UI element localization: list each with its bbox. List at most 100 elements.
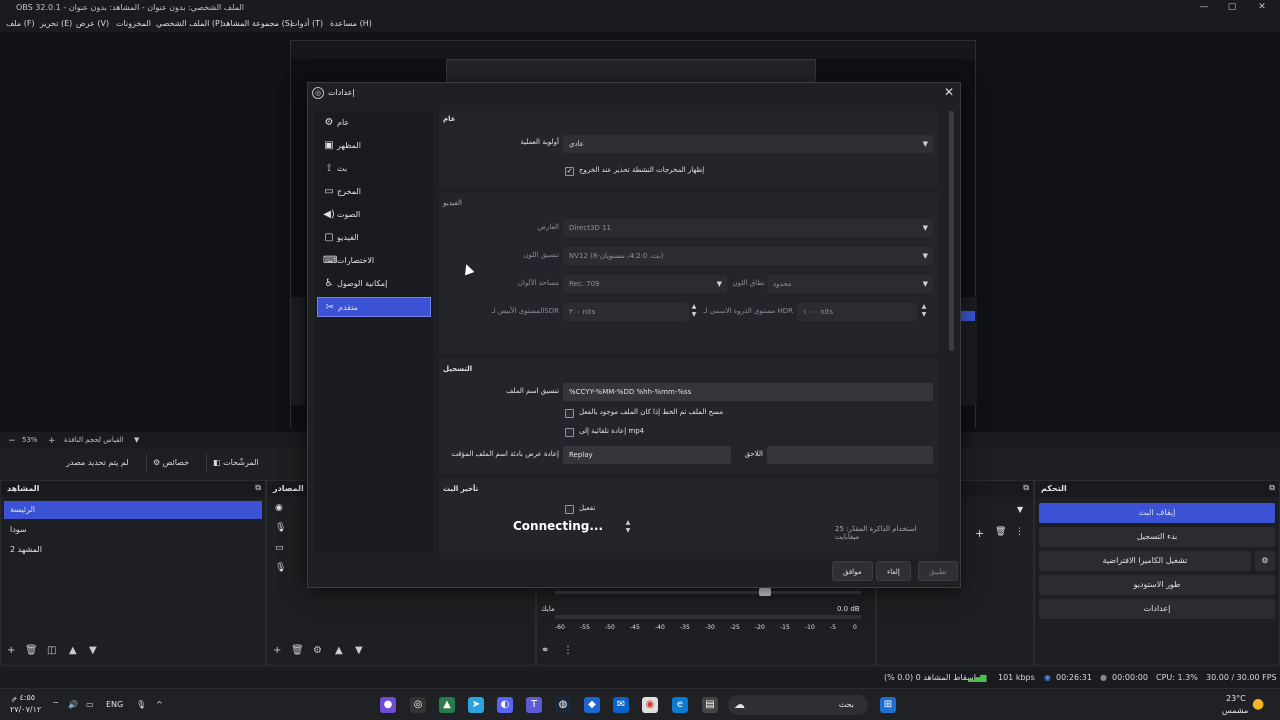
priority-select[interactable]: عادي ▼ xyxy=(563,135,933,153)
nav-item-hotkeys[interactable]: ⌨ الاختصارات xyxy=(317,251,431,271)
warn-exit-checkbox[interactable]: ✓ xyxy=(565,167,574,176)
stream-delay-checkbox[interactable] xyxy=(565,505,574,514)
outlook-icon[interactable]: ✉ xyxy=(613,697,629,713)
discord-icon[interactable]: ◐ xyxy=(497,697,513,713)
apply-button[interactable]: تطبيق xyxy=(918,561,958,581)
chevron-down-icon[interactable]: ▼ xyxy=(134,436,139,444)
sdr-white-input[interactable]: ٣٠٠ nits xyxy=(563,303,689,321)
windows-start-icon[interactable]: ⊞ xyxy=(880,697,896,713)
add-icon[interactable]: + xyxy=(975,527,984,540)
gear-icon[interactable]: ⚙ xyxy=(313,645,322,656)
nav-item-stream[interactable]: ⟟ بث xyxy=(317,159,431,179)
telegram-icon[interactable]: ➤ xyxy=(468,697,484,713)
volume-icon[interactable]: 🔊 xyxy=(68,700,78,709)
stop-streaming-button[interactable]: إيقاف البث xyxy=(1039,503,1275,523)
output-icon: ▭ xyxy=(324,186,334,197)
nav-item-advanced[interactable]: ✂ متقدم xyxy=(317,297,431,317)
zoom-out-icon[interactable]: − xyxy=(8,436,16,446)
dock-popout-icon[interactable]: ⧉ xyxy=(1269,483,1275,493)
suffix-input[interactable] xyxy=(767,446,933,464)
menu-edit[interactable]: تحرير (E) xyxy=(40,19,72,28)
scene-item[interactable]: المشهد 2 xyxy=(4,541,262,559)
app-icon[interactable]: ▲ xyxy=(439,697,455,713)
renderer-select[interactable]: Direct3D 11 ▼ xyxy=(563,219,933,237)
more-icon[interactable]: ⋮ xyxy=(563,645,573,656)
replay-prefix-input[interactable]: Replay xyxy=(563,446,731,464)
settings-scrollbar[interactable] xyxy=(949,111,954,351)
hdr-peak-input[interactable]: ١٠٠٠ nits xyxy=(797,303,917,321)
trash-icon[interactable]: 🗑 xyxy=(291,645,304,656)
cancel-button[interactable]: إلغاء xyxy=(876,561,911,581)
menu-docks[interactable]: المخزونات xyxy=(116,19,151,28)
chevron-up-icon[interactable]: ▲ xyxy=(69,645,77,656)
monitor-icon: ▢ xyxy=(324,232,334,243)
volume-slider[interactable] xyxy=(555,591,861,594)
menu-tools[interactable]: أدوات (T) xyxy=(290,19,323,28)
wifi-icon[interactable]: ⌔ xyxy=(52,700,60,710)
settings-button[interactable]: إعدادات xyxy=(1039,599,1275,619)
language-indicator[interactable]: ENG xyxy=(106,700,123,709)
close-icon[interactable]: ✕ xyxy=(944,85,954,99)
nav-item-audio[interactable]: ◀) الصوت xyxy=(317,205,431,225)
color-space-select[interactable]: Rec. 709 ▼ xyxy=(563,275,727,293)
add-icon[interactable]: + xyxy=(7,645,15,656)
sdr-stepper[interactable]: ▲ ▼ xyxy=(689,303,699,321)
color-range-select[interactable]: محدود ▼ xyxy=(767,275,933,293)
zoom-in-icon[interactable]: + xyxy=(48,436,56,446)
properties-button[interactable]: ⚙ خصائص xyxy=(146,454,195,472)
chevron-down-icon[interactable]: ▼ xyxy=(89,645,97,656)
chrome-icon[interactable]: ◉ xyxy=(642,697,658,713)
delay-stepper[interactable]: ▲ ▼ xyxy=(623,519,633,537)
trash-icon[interactable]: 🗑 xyxy=(25,645,38,656)
menu-help[interactable]: مساعدة (H) xyxy=(330,19,372,28)
app-icon[interactable]: ◆ xyxy=(584,697,600,713)
trash-icon[interactable]: 🗑 xyxy=(995,527,1006,537)
hdr-stepper[interactable]: ▲ ▼ xyxy=(919,303,929,321)
chevron-down-icon[interactable]: ▼ xyxy=(355,645,363,656)
scene-item[interactable]: الرئيسة xyxy=(4,501,262,519)
remux-checkbox[interactable] xyxy=(565,428,574,437)
edge-icon[interactable]: e xyxy=(672,697,688,713)
filters-button[interactable]: ◧ المرشّحات xyxy=(206,454,265,472)
nav-item-appearance[interactable]: ▣ المظهر xyxy=(317,136,431,156)
color-format-select[interactable]: NV12 (8-بت، 4:2:0، مستويان) ▼ xyxy=(563,247,933,265)
dock-popout-icon[interactable]: ⧉ xyxy=(255,483,261,493)
chevron-down-icon[interactable]: ▼ xyxy=(1017,505,1023,514)
virtual-camera-button[interactable]: تشغيل الكاميرا الافتراضية xyxy=(1039,551,1251,571)
more-icon[interactable]: ⋮ xyxy=(1015,527,1024,537)
studio-mode-button[interactable]: طور الاستوديو xyxy=(1039,575,1275,595)
menu-scene-collection[interactable]: مجموعة المشاهد (S) xyxy=(222,19,293,28)
nav-item-output[interactable]: ▭ المخرج xyxy=(317,182,431,202)
overwrite-checkbox[interactable] xyxy=(565,409,574,418)
scale-mode-label[interactable]: القياس لحجم النافذة xyxy=(64,436,124,444)
volume-slider-handle[interactable] xyxy=(759,588,771,596)
close-icon[interactable]: ✕ xyxy=(1254,2,1270,14)
maximize-icon[interactable]: ▢ xyxy=(1224,2,1240,14)
menu-view[interactable]: عرض (V) xyxy=(76,19,109,28)
gear-icon[interactable]: ⚙ xyxy=(1255,551,1275,571)
add-icon[interactable]: + xyxy=(273,645,281,656)
dock-popout-icon[interactable]: ⧉ xyxy=(1023,483,1029,493)
app-icon[interactable]: ● xyxy=(380,697,396,713)
obs-icon[interactable]: ◎ xyxy=(410,697,426,713)
minimize-icon[interactable]: — xyxy=(1196,2,1212,14)
filter-icon[interactable]: ◫ xyxy=(47,645,56,656)
file-explorer-icon[interactable]: ▤ xyxy=(702,697,718,713)
chevron-up-icon[interactable]: ^ xyxy=(156,700,163,709)
scene-item[interactable]: سودا xyxy=(4,521,262,539)
nav-item-accessibility[interactable]: ♿ إمكانية الوصول xyxy=(317,274,431,294)
mic-icon[interactable]: 🎙 xyxy=(136,700,146,709)
menu-file[interactable]: ملف (F) xyxy=(6,19,35,28)
ok-button[interactable]: موافق xyxy=(832,561,873,581)
link-icon[interactable]: ⚭ xyxy=(541,645,549,656)
nav-item-video[interactable]: ▢ الفيديو xyxy=(317,228,431,248)
start-recording-button[interactable]: بدء التسجيل xyxy=(1039,527,1275,547)
nav-item-general[interactable]: ⚙ عام xyxy=(317,113,431,133)
menu-profile[interactable]: الملف الشخصي (P) xyxy=(156,19,223,28)
steam-icon[interactable]: ◍ xyxy=(555,697,571,713)
filename-input[interactable]: %CCYY-%MM-%DD %hh-%mm-%ss xyxy=(563,383,933,401)
search-box[interactable]: بحث ☁ xyxy=(728,695,868,715)
battery-icon[interactable]: ▭ xyxy=(86,700,94,709)
chevron-up-icon[interactable]: ▲ xyxy=(335,645,343,656)
teams-icon[interactable]: T xyxy=(526,697,542,713)
